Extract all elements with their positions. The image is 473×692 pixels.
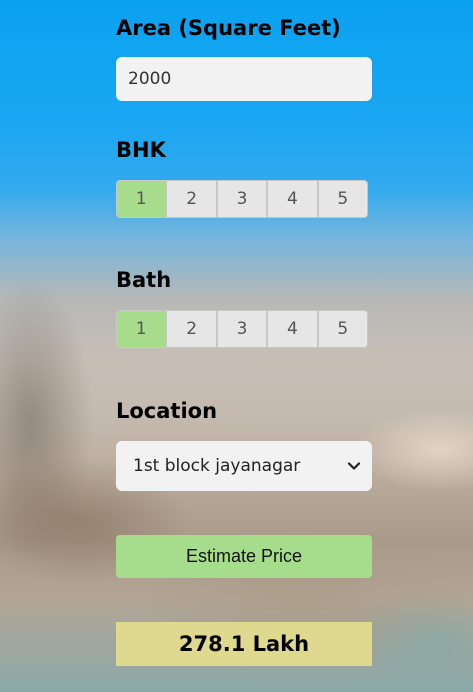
bath-option-4[interactable]: 4 (268, 311, 319, 347)
bath-label: Bath (116, 268, 172, 292)
location-selected-value: 1st block jayanagar (133, 456, 301, 476)
bath-selector: 1 2 3 4 5 (116, 310, 368, 348)
estimated-price-result: 278.1 Lakh (116, 622, 372, 666)
location-select[interactable]: 1st block jayanagar (116, 441, 372, 491)
area-label: Area (Square Feet) (116, 16, 341, 40)
bhk-option-4[interactable]: 4 (268, 181, 319, 217)
location-label: Location (116, 399, 218, 423)
bath-option-2[interactable]: 2 (167, 311, 218, 347)
area-input[interactable] (116, 57, 372, 101)
bhk-label: BHK (116, 138, 166, 162)
bath-option-1[interactable]: 1 (117, 311, 168, 347)
bhk-option-5[interactable]: 5 (318, 181, 367, 217)
chevron-down-icon (346, 458, 362, 474)
bhk-option-1[interactable]: 1 (117, 181, 168, 217)
bath-option-5[interactable]: 5 (318, 311, 367, 347)
bhk-option-2[interactable]: 2 (167, 181, 218, 217)
estimate-price-button[interactable]: Estimate Price (116, 535, 372, 578)
bhk-selector: 1 2 3 4 5 (116, 180, 368, 218)
bhk-option-3[interactable]: 3 (217, 181, 269, 217)
bath-option-3[interactable]: 3 (217, 311, 269, 347)
